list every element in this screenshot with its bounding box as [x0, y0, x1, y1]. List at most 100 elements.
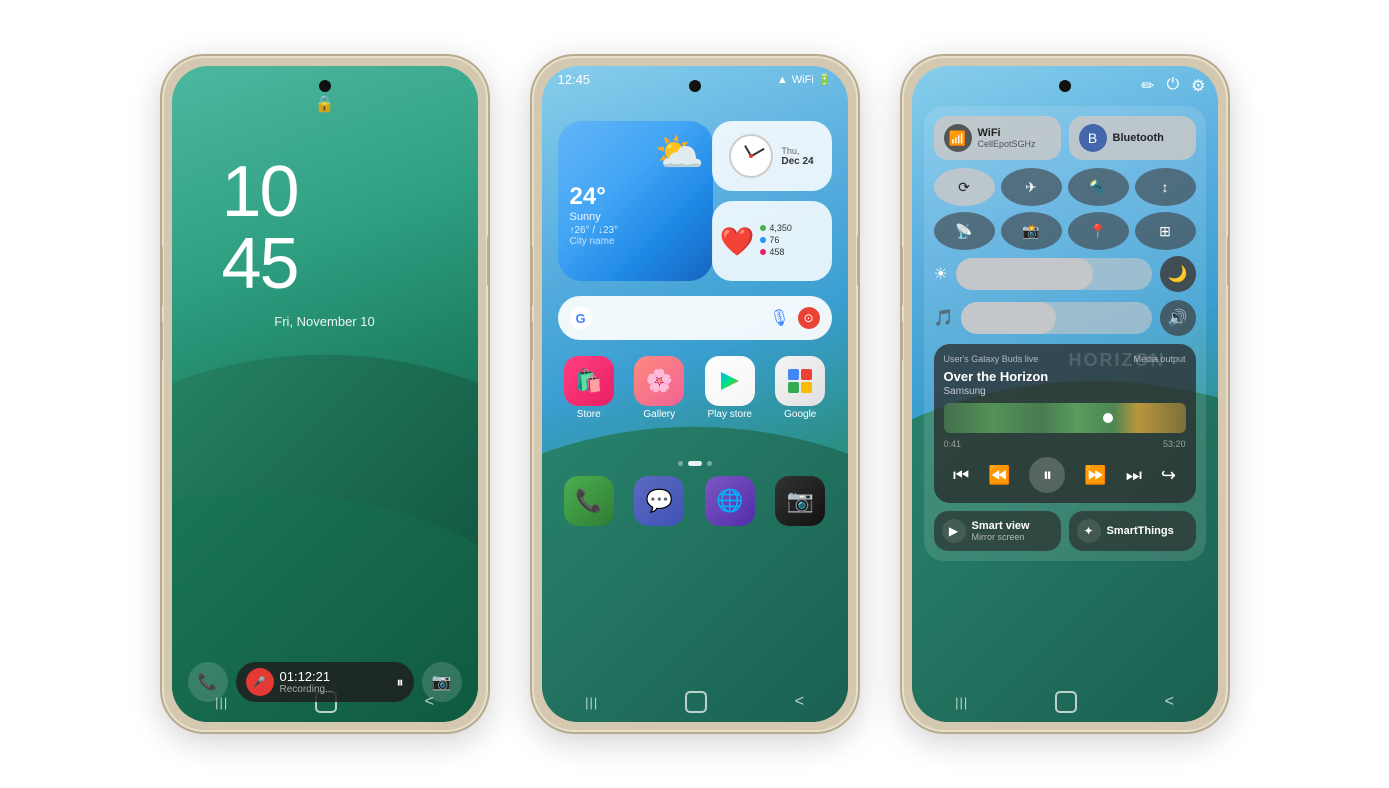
weather-temperature: 24°: [570, 183, 701, 211]
rewind-button[interactable]: ⏪: [988, 465, 1010, 486]
media-time-end: 53:20: [1163, 439, 1186, 449]
volume-speaker-button[interactable]: 🔊: [1160, 300, 1196, 336]
volume-slider[interactable]: [961, 302, 1151, 334]
back-button[interactable]: <: [1165, 693, 1174, 711]
dock: 📞 💬 🌐 📷: [558, 476, 832, 526]
wifi-sub: CellEpotSGHz: [978, 139, 1036, 149]
smartthings-button[interactable]: ✦ SmartThings: [1069, 511, 1196, 551]
recording-notification[interactable]: 🎤 01:12:21 Recording... ⏸: [236, 662, 414, 702]
brightness-icon: ☀: [934, 264, 948, 284]
power-button[interactable]: [487, 236, 490, 286]
mic-wave-icon: 🎤: [253, 677, 265, 688]
fast-forward-button[interactable]: ⏩: [1084, 465, 1106, 486]
pause-button[interactable]: ⏸: [1029, 457, 1065, 493]
health-widget[interactable]: ❤️ 4,350 76 458: [712, 201, 832, 281]
dock-camera[interactable]: 📷: [769, 476, 832, 526]
controlpanel-background: ✏ ⏻ ⚙ 📶 WiFi CellEpotSGHz B: [912, 66, 1218, 722]
brightness-slider[interactable]: [956, 258, 1152, 290]
status-time: 12:45: [558, 72, 591, 87]
control-panel-top-icons: ✏ ⏻ ⚙: [1141, 76, 1205, 96]
volume-button[interactable]: [900, 246, 903, 306]
health-heart-icon: ❤️: [720, 225, 755, 258]
wifi-toggle[interactable]: 📶 WiFi CellEpotSGHz: [934, 116, 1061, 160]
step-dot: [760, 225, 766, 231]
time-hour: 10: [222, 156, 298, 228]
pause-button[interactable]: ⏸: [397, 674, 404, 691]
volume-button[interactable]: [530, 246, 533, 306]
next-button[interactable]: ⏭: [1126, 465, 1142, 486]
stat2-dot: [760, 237, 766, 243]
phone-shortcut[interactable]: 📞: [188, 662, 228, 702]
weather-widget[interactable]: ⛅ 24° Sunny ↑26° / ↓23° City name: [558, 121, 713, 281]
media-waveform: [944, 403, 1186, 433]
clock-widget[interactable]: Thu, Dec 24: [712, 121, 832, 191]
app-store[interactable]: 🛍️ Store: [558, 356, 621, 420]
bluetooth-toggle[interactable]: B Bluetooth: [1069, 116, 1196, 160]
power-button[interactable]: [857, 236, 860, 286]
lockscreen-background: 🔒 10 45 Fri, November 10 📞 🎤 01:12:21 Re…: [172, 66, 478, 722]
lock-icon: 🔒: [315, 94, 335, 114]
night-mode-button[interactable]: 🌙: [1160, 256, 1196, 292]
media-card[interactable]: User's Galaxy Buds live Media output Ove…: [934, 344, 1196, 503]
media-time-start: 0:41: [944, 439, 962, 449]
camera-hole: [319, 80, 331, 92]
flashlight-toggle[interactable]: 🔦: [1068, 168, 1129, 206]
control-panel: 📶 WiFi CellEpotSGHz B Bluetooth ⟳ ✈: [924, 106, 1206, 561]
dock-messages[interactable]: 💬: [628, 476, 691, 526]
progress-indicator: [1103, 413, 1113, 423]
time-minute: 45: [222, 228, 298, 300]
volume-down-button[interactable]: [530, 321, 533, 361]
stat3-dot: [760, 249, 766, 255]
google-search-bar[interactable]: G 🎙 ⊙: [558, 296, 832, 340]
navigation-bar: ||| <: [542, 686, 848, 722]
voice-search-icon[interactable]: 🎙: [769, 308, 789, 328]
settings-icon[interactable]: ⚙: [1191, 76, 1205, 96]
recent-apps-icon[interactable]: |||: [585, 695, 598, 710]
data-saver-toggle[interactable]: ↕: [1135, 168, 1196, 206]
volume-down-button[interactable]: [900, 321, 903, 361]
volume-fill: [961, 302, 1056, 334]
volume-down-button[interactable]: [160, 321, 163, 361]
connectivity-row: 📶 WiFi CellEpotSGHz B Bluetooth: [934, 116, 1196, 160]
app-gallery[interactable]: 🌸 Gallery: [628, 356, 691, 420]
prev-prev-button[interactable]: ⏮: [953, 465, 969, 486]
home-button[interactable]: [685, 691, 707, 713]
airplane-toggle[interactable]: ✈: [1001, 168, 1062, 206]
volume-button[interactable]: [160, 246, 163, 306]
recent-apps-icon[interactable]: |||: [955, 695, 968, 710]
rotate-toggle[interactable]: ⟳: [934, 168, 995, 206]
page-dot-3: [707, 461, 712, 466]
gallery-icon: 🌸: [634, 356, 684, 406]
app-play-store[interactable]: Play store: [699, 356, 762, 420]
lockscreen-time: 10 45: [222, 156, 298, 300]
power-icon[interactable]: ⏻: [1167, 76, 1180, 96]
lens-search-icon[interactable]: ⊙: [798, 307, 820, 329]
edit-icon[interactable]: ✏: [1141, 76, 1154, 96]
clock-date-info: Thu, Dec 24: [781, 146, 813, 167]
page-indicator: [542, 461, 848, 466]
hotspot-toggle[interactable]: 📡: [934, 212, 995, 250]
dock-browser[interactable]: 🌐: [699, 476, 762, 526]
weather-condition: Sunny: [570, 211, 701, 223]
smart-view-info: Smart view Mirror screen: [972, 520, 1030, 542]
smart-view-button[interactable]: ▶ Smart view Mirror screen: [934, 511, 1061, 551]
g-blue: [788, 369, 799, 380]
power-button[interactable]: [1227, 236, 1230, 286]
camera-hole: [1059, 80, 1071, 92]
app-google[interactable]: Google: [769, 356, 832, 420]
dock-phone[interactable]: 📞: [558, 476, 621, 526]
wifi-icon: WiFi: [792, 74, 814, 86]
gallery-label: Gallery: [643, 409, 675, 420]
screen-record-toggle[interactable]: 📸: [1001, 212, 1062, 250]
back-button[interactable]: <: [795, 693, 804, 711]
wifi-label: WiFi: [978, 127, 1036, 139]
window-toggle[interactable]: ⊞: [1135, 212, 1196, 250]
status-bar: 12:45 ▲ WiFi 🔋: [558, 72, 832, 87]
location-toggle[interactable]: 📍: [1068, 212, 1129, 250]
share-button[interactable]: ↪: [1161, 465, 1176, 486]
clock-date: Dec 24: [781, 156, 813, 167]
play-store-label: Play store: [708, 409, 752, 420]
steps-value: 4,350: [769, 223, 792, 233]
home-button[interactable]: [1055, 691, 1077, 713]
camera-shortcut[interactable]: 📷: [422, 662, 462, 702]
